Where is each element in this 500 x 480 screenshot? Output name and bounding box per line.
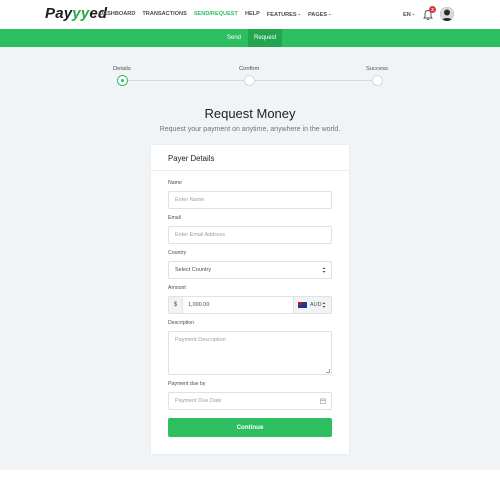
step-details-label: Details	[113, 66, 131, 72]
continue-button[interactable]: Continue	[168, 418, 332, 437]
language-selector[interactable]: EN⌄	[403, 11, 415, 18]
country-value: Select Country	[175, 267, 212, 273]
select-arrows-icon	[322, 267, 326, 273]
currency-select[interactable]: AUD	[294, 296, 332, 314]
tab-request[interactable]: Request	[248, 29, 283, 47]
logo-accent: yy	[72, 5, 90, 22]
name-label: Name	[168, 180, 182, 186]
australia-flag-icon	[298, 302, 307, 308]
email-placeholder: Enter Email Address	[175, 232, 225, 238]
description-placeholder: Payment Description	[175, 337, 226, 343]
calendar-icon	[320, 398, 326, 404]
card-title: Payer Details	[168, 154, 215, 163]
page-title: Request Money	[204, 106, 296, 121]
due-date-field[interactable]: Payment Due Date	[168, 392, 332, 410]
chevron-down-icon: ⌄	[411, 11, 416, 16]
name-field[interactable]: Enter Name	[168, 191, 332, 209]
step-success-dot	[372, 75, 383, 86]
nav-features-label: FEATURES	[266, 12, 297, 18]
main-nav: DASHBOARD TRANSACTIONS SEND/REQUEST HELP…	[99, 11, 339, 18]
payer-details-card: Payer Details Name Enter Name Email Ente…	[151, 145, 349, 454]
logo-prefix: Pay	[45, 5, 73, 22]
name-placeholder: Enter Name	[175, 197, 205, 203]
tab-send[interactable]: Send	[221, 29, 247, 47]
email-field[interactable]: Enter Email Address	[168, 226, 332, 244]
select-arrows-icon	[322, 302, 326, 308]
step-success-label: Success	[366, 66, 388, 72]
step-details-dot	[117, 75, 128, 86]
page-subtitle: Request your payment on anytime, anywher…	[159, 126, 341, 133]
avatar[interactable]	[440, 7, 454, 21]
notifications-button[interactable]: 2	[422, 6, 436, 21]
due-date-label: Payment due by	[168, 381, 206, 387]
user-avatar-icon	[440, 7, 454, 21]
step-confirm-dot	[244, 75, 255, 86]
nav-send-request[interactable]: SEND/REQUEST	[194, 11, 238, 18]
amount-field[interactable]: 1,000.00	[182, 296, 294, 314]
logo[interactable]: Payyyed	[45, 5, 107, 22]
description-field[interactable]: Payment Description	[168, 331, 332, 375]
footer-strip	[0, 470, 500, 480]
notification-badge: 2	[429, 6, 436, 13]
due-date-placeholder: Payment Due Date	[175, 398, 222, 404]
chevron-down-icon: ⌄	[328, 11, 332, 16]
nav-help[interactable]: HELP	[245, 11, 260, 18]
description-label: Description	[168, 320, 194, 326]
resize-handle-icon[interactable]	[326, 369, 330, 373]
currency-symbol: $	[168, 296, 182, 314]
nav-pages[interactable]: PAGES⌄	[308, 11, 332, 18]
nav-pages-label: PAGES	[307, 12, 328, 18]
send-request-tabs: Send Request	[0, 29, 500, 47]
chevron-down-icon: ⌄	[297, 11, 301, 16]
country-select[interactable]: Select Country	[168, 261, 332, 279]
email-label: Email	[168, 215, 181, 221]
currency-value: AUD	[310, 302, 322, 308]
language-label: EN	[403, 12, 411, 18]
nav-transactions[interactable]: TRANSACTIONS	[142, 11, 186, 18]
top-header: Payyyed DASHBOARD TRANSACTIONS SEND/REQU…	[0, 0, 500, 29]
step-confirm-label: Confirm	[239, 66, 260, 72]
amount-label: Amount	[168, 285, 186, 291]
amount-value: 1,000.00	[188, 302, 210, 308]
nav-dashboard[interactable]: DASHBOARD	[99, 11, 135, 18]
nav-features[interactable]: FEATURES⌄	[267, 11, 301, 18]
card-header: Payer Details	[151, 145, 349, 171]
country-label: Country	[168, 250, 187, 256]
